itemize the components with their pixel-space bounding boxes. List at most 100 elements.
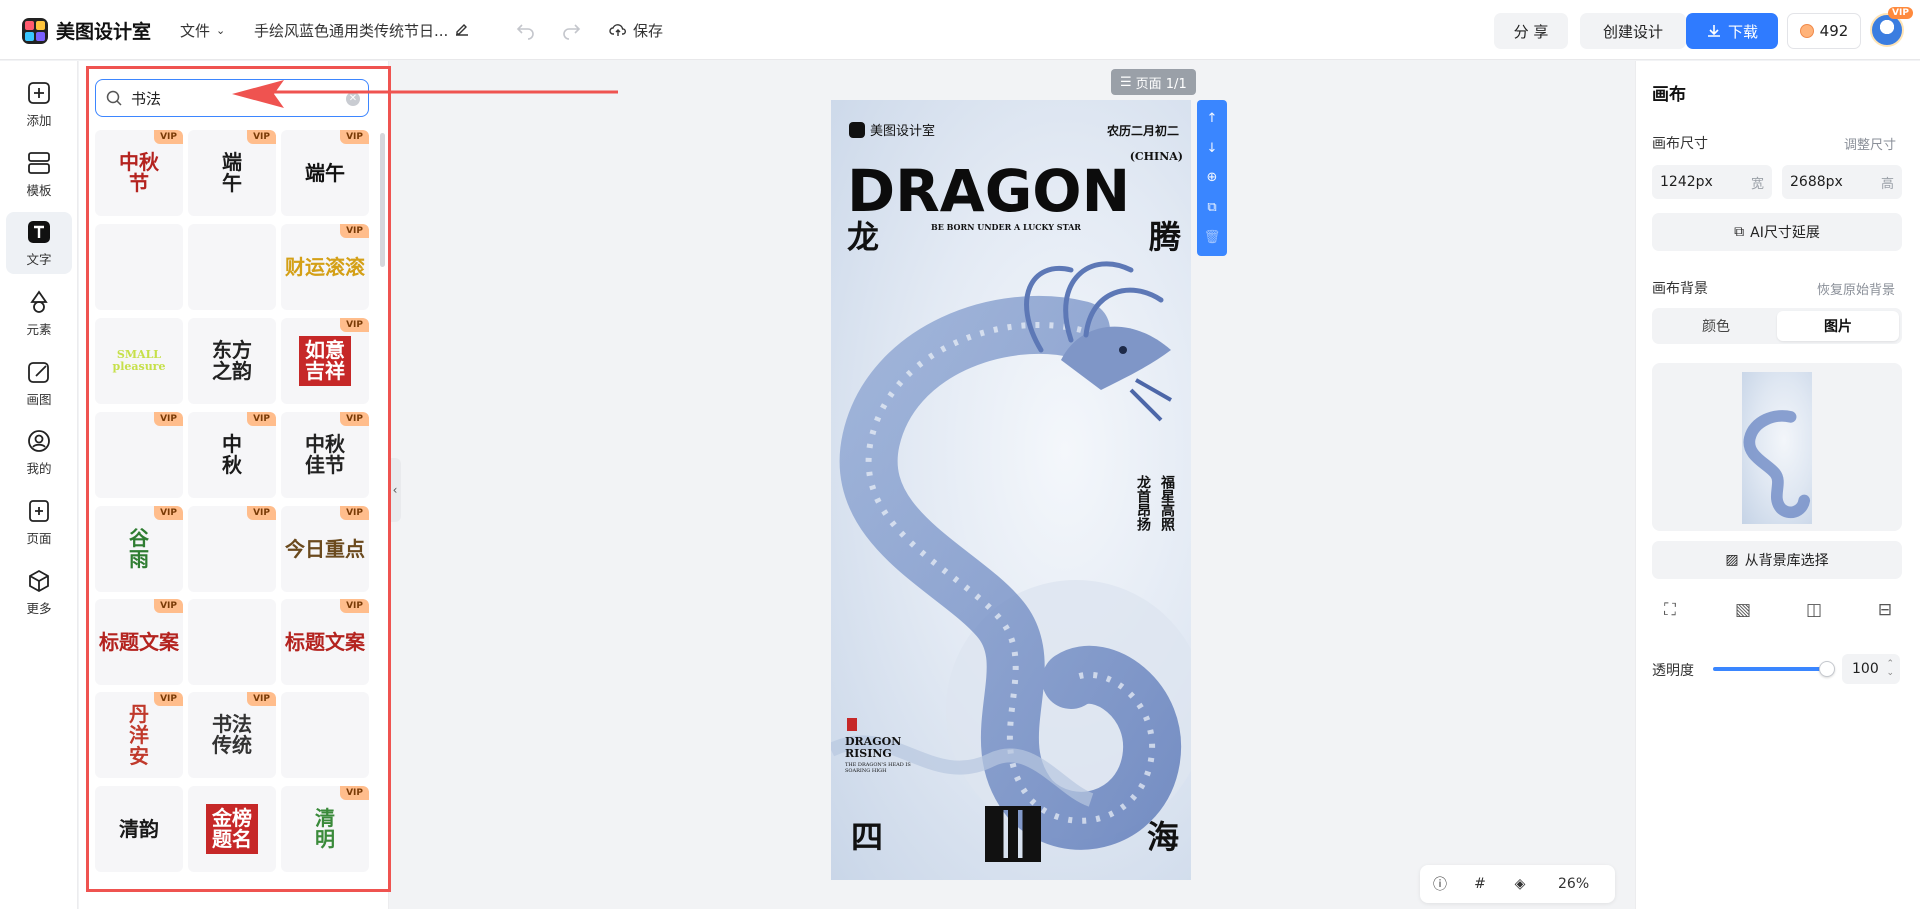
rail-item-template[interactable]: 模板 xyxy=(6,143,72,205)
flip-vertical-icon[interactable]: ⊟ xyxy=(1873,598,1897,622)
rail-item-add[interactable]: 添加 xyxy=(6,73,72,135)
tab-image[interactable]: 图片 xyxy=(1777,311,1899,341)
sticker-item[interactable]: 中秋 佳节 VIP xyxy=(281,412,369,498)
edit-icon xyxy=(456,24,469,36)
points-button[interactable]: 492 xyxy=(1787,13,1861,49)
draw-icon xyxy=(28,361,49,383)
rail-item-more[interactable]: 更多 xyxy=(6,561,72,623)
share-label: 分 享 xyxy=(1513,22,1549,41)
poster-bottom-right: 海 xyxy=(1146,818,1179,856)
chevron-left-icon: ‹ xyxy=(392,483,398,497)
sticker-item[interactable]: 端午 VIP xyxy=(281,130,369,216)
height-unit: 高 xyxy=(1880,176,1894,192)
sticker-item[interactable]: 端 午 VIP xyxy=(188,130,276,216)
download-button[interactable]: 下载 xyxy=(1686,13,1778,49)
opacity-slider-handle[interactable] xyxy=(1819,661,1835,677)
canvas-bg-label: 画布背景 xyxy=(1652,281,1708,297)
sticker-item[interactable]: VIP xyxy=(95,412,183,498)
sticker-text: 清韵 xyxy=(119,816,159,841)
width-value: 1242px xyxy=(1660,174,1713,190)
sticker-item[interactable]: 标题文案 VIP xyxy=(281,599,369,685)
sticker-item[interactable] xyxy=(188,599,276,685)
help-icon[interactable]: ⓘ xyxy=(1420,874,1460,894)
sticker-item[interactable]: 丹 洋 安 VIP xyxy=(95,692,183,778)
opacity-value: 100 xyxy=(1852,661,1879,677)
sticker-item[interactable]: 东方 之韵 xyxy=(188,318,276,404)
create-design-button[interactable]: 创建设计 xyxy=(1580,13,1686,49)
sticker-item[interactable]: 中秋 节 VIP xyxy=(95,130,183,216)
stepper-icon[interactable]: ⌃ ⌄ xyxy=(1886,660,1894,678)
duplicate-page-icon[interactable]: ⧉ xyxy=(1207,200,1216,215)
crop-icon[interactable]: ⛶ xyxy=(1658,598,1682,622)
layers-icon[interactable]: ◈ xyxy=(1500,876,1540,892)
chevron-down-icon: ⌄ xyxy=(216,23,226,37)
poster-headline: DRAGON xyxy=(847,157,1131,225)
move-down-icon[interactable]: ↓ xyxy=(1207,141,1218,156)
opacity-input[interactable]: 100 ⌃ ⌄ xyxy=(1842,654,1900,684)
move-up-icon[interactable]: ↑ xyxy=(1207,111,1218,126)
width-unit: 宽 xyxy=(1750,176,1764,192)
file-menu-label: 文件 xyxy=(180,21,211,40)
download-icon xyxy=(1707,25,1720,37)
delete-page-icon[interactable]: 🗑 xyxy=(1204,230,1221,245)
sticker-item[interactable] xyxy=(188,224,276,310)
document-title[interactable]: 手绘风蓝色通用类传统节日... xyxy=(254,0,470,60)
share-button[interactable]: 分 享 xyxy=(1494,13,1568,49)
sticker-item[interactable]: 标题文案 VIP xyxy=(95,599,183,685)
redo-button[interactable] xyxy=(561,0,581,60)
height-field[interactable]: 2688px 高 xyxy=(1782,165,1902,199)
adjust-size-link[interactable]: 调整尺寸 xyxy=(1844,134,1896,153)
redo-icon xyxy=(563,24,581,40)
page-toolbar: ↑ ↓ ⊕ ⧉ 🗑 xyxy=(1197,100,1227,256)
vip-badge: VIP xyxy=(340,506,369,520)
vip-badge: VIP xyxy=(154,692,183,706)
sticker-item[interactable]: SMALL pleasure xyxy=(95,318,183,404)
rail-item-elements[interactable]: 元素 xyxy=(6,282,72,344)
sticker-item[interactable]: 金榜 题名 xyxy=(188,786,276,872)
rail-label: 画图 xyxy=(26,391,52,407)
sticker-item[interactable]: 中 秋 VIP xyxy=(188,412,276,498)
rail-item-pages[interactable]: 页面 xyxy=(6,491,72,553)
panel-scrollbar[interactable] xyxy=(380,133,385,267)
save-button[interactable]: 保存 xyxy=(609,0,663,60)
annotation-arrow-icon xyxy=(232,80,618,108)
adjust-icon[interactable]: ▧ xyxy=(1731,598,1755,622)
tab-image-label: 图片 xyxy=(1824,319,1852,335)
plus-square-icon xyxy=(28,81,50,104)
opacity-slider[interactable] xyxy=(1713,667,1829,671)
sticker-item[interactable]: 谷 雨 VIP xyxy=(95,506,183,592)
sticker-item[interactable]: VIP xyxy=(188,506,276,592)
file-menu[interactable]: 文件 ⌄ xyxy=(180,0,225,60)
flip-horizontal-icon[interactable]: ◫ xyxy=(1802,598,1826,622)
collapse-panel-button[interactable]: ‹ xyxy=(389,458,401,522)
sticker-item[interactable]: 今日重点 VIP xyxy=(281,506,369,592)
brand-logo[interactable]: 美图设计室 xyxy=(22,17,151,44)
rail-label: 添加 xyxy=(26,112,52,128)
zoom-level[interactable]: 26% xyxy=(1558,876,1589,892)
design-poster[interactable]: 美图设计室 农历二月初二 (CHINA) DRAGON 龙 腾 BE BORN … xyxy=(831,100,1191,880)
bg-library-button[interactable]: ▨ 从背景库选择 xyxy=(1652,541,1902,579)
rail-item-draw[interactable]: 画图 xyxy=(6,352,72,414)
sticker-item[interactable]: 书法 传统 VIP xyxy=(188,692,276,778)
ai-extend-button[interactable]: ⧉ AI尺寸延展 xyxy=(1652,213,1902,251)
add-page-icon[interactable]: ⊕ xyxy=(1207,170,1218,185)
sticker-item[interactable]: 清 明 VIP xyxy=(281,786,369,872)
sticker-item[interactable]: 如意 吉祥 VIP xyxy=(281,318,369,404)
rail-item-mine[interactable]: 我的 xyxy=(6,421,72,483)
undo-button[interactable] xyxy=(516,0,536,60)
grid-icon[interactable]: # xyxy=(1460,876,1500,892)
box-icon xyxy=(29,569,49,592)
sticker-item[interactable]: 清韵 xyxy=(95,786,183,872)
width-field[interactable]: 1242px 宽 xyxy=(1652,165,1772,199)
rail-item-text[interactable]: 文字 xyxy=(6,212,72,274)
sticker-item[interactable] xyxy=(281,692,369,778)
sticker-item[interactable] xyxy=(95,224,183,310)
undo-icon xyxy=(516,24,534,40)
poster-china: (CHINA) xyxy=(1129,150,1183,163)
page-indicator[interactable]: ☰ 页面 1/1 xyxy=(1111,69,1196,95)
page-add-icon xyxy=(29,499,49,522)
vip-badge: VIP xyxy=(340,224,369,238)
sticker-item[interactable]: 财运滚滚 VIP xyxy=(281,224,369,310)
restore-bg-link[interactable]: 恢复原始背景 xyxy=(1817,279,1895,298)
tab-color[interactable]: 颜色 xyxy=(1655,311,1777,341)
